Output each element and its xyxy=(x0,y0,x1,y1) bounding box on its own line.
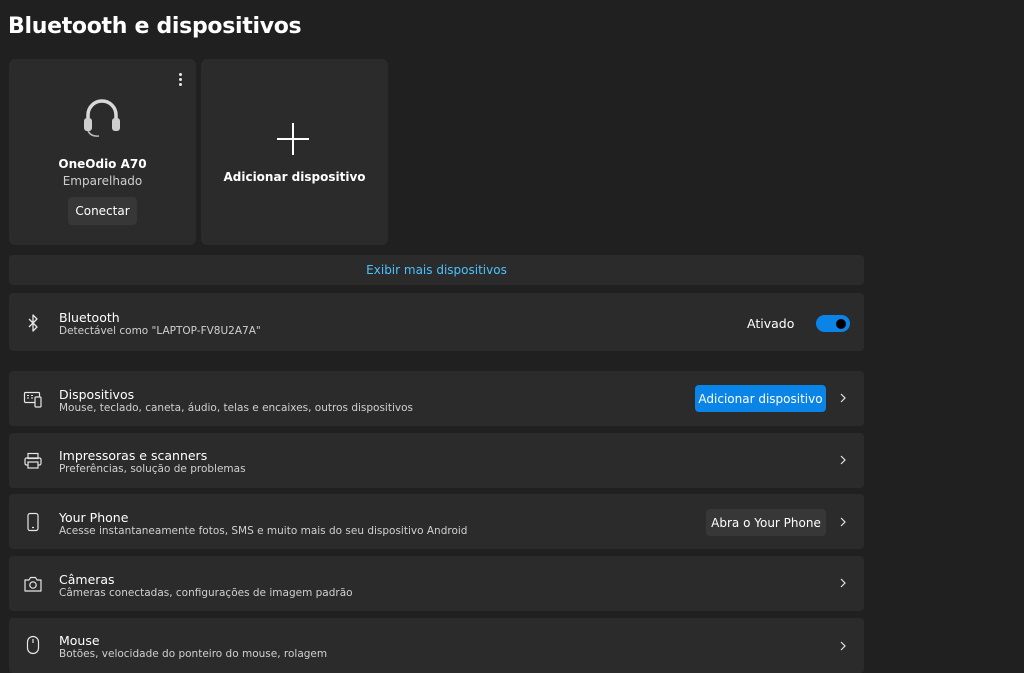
your-phone-row[interactable]: Your Phone Acesse instantaneamente fotos… xyxy=(9,494,864,549)
devices-icon xyxy=(23,391,42,408)
device-name: OneOdio A70 xyxy=(58,157,147,171)
chevron-right-icon xyxy=(840,393,846,403)
mouse-row[interactable]: Mouse Botões, velocidade do ponteiro do … xyxy=(9,618,864,673)
phone-subtitle: Acesse instantaneamente fotos, SMS e mui… xyxy=(59,525,468,537)
chevron-right-icon xyxy=(840,641,846,651)
add-device-label: Adicionar dispositivo xyxy=(223,170,366,184)
toggle-knob xyxy=(836,318,846,329)
cameras-title: Câmeras xyxy=(59,572,115,587)
printers-subtitle: Preferências, solução de problemas xyxy=(59,463,246,475)
plus-icon xyxy=(277,123,309,155)
open-your-phone-button[interactable]: Abra o Your Phone xyxy=(706,509,826,536)
printers-row[interactable]: Impressoras e scanners Preferências, sol… xyxy=(9,433,864,488)
mouse-subtitle: Botões, velocidade do ponteiro do mouse,… xyxy=(59,648,328,660)
chevron-right-icon xyxy=(840,517,846,527)
mouse-title: Mouse xyxy=(59,633,100,648)
connect-button[interactable]: Conectar xyxy=(68,197,137,225)
devices-row[interactable]: Dispositivos Mouse, teclado, caneta, áud… xyxy=(9,371,864,426)
chevron-right-icon xyxy=(840,578,846,588)
bluetooth-toggle[interactable] xyxy=(816,315,850,332)
cameras-row[interactable]: Câmeras Câmeras conectadas, configuraçõe… xyxy=(9,556,864,611)
phone-icon xyxy=(27,512,39,532)
bluetooth-row: Bluetooth Detectável como "LAPTOP-FV8U2A… xyxy=(9,293,864,351)
cameras-subtitle: Câmeras conectadas, configurações de ima… xyxy=(59,587,353,599)
printer-icon xyxy=(24,452,42,469)
devices-title: Dispositivos xyxy=(59,387,135,402)
bluetooth-title: Bluetooth xyxy=(59,310,120,325)
add-device-button[interactable]: Adicionar dispositivo xyxy=(695,385,826,412)
add-device-card[interactable]: Adicionar dispositivo xyxy=(201,59,388,245)
chevron-right-icon xyxy=(840,455,846,465)
bluetooth-icon xyxy=(28,314,38,332)
bluetooth-subtitle: Detectável como "LAPTOP-FV8U2A7A" xyxy=(59,325,261,337)
page-title: Bluetooth e dispositivos xyxy=(8,14,302,39)
camera-icon xyxy=(24,576,42,592)
more-options-icon[interactable] xyxy=(172,69,188,89)
phone-title: Your Phone xyxy=(59,510,129,525)
headset-icon xyxy=(84,99,120,137)
bluetooth-state-label: Ativado xyxy=(747,316,795,331)
device-status: Emparelhado xyxy=(62,174,143,188)
mouse-icon xyxy=(26,635,40,655)
printers-title: Impressoras e scanners xyxy=(59,448,208,463)
device-card-oneodio[interactable]: OneOdio A70 Emparelhado Conectar xyxy=(9,59,196,245)
show-more-devices-link[interactable]: Exibir mais dispositivos xyxy=(9,255,864,285)
devices-subtitle: Mouse, teclado, caneta, áudio, telas e e… xyxy=(59,402,413,414)
